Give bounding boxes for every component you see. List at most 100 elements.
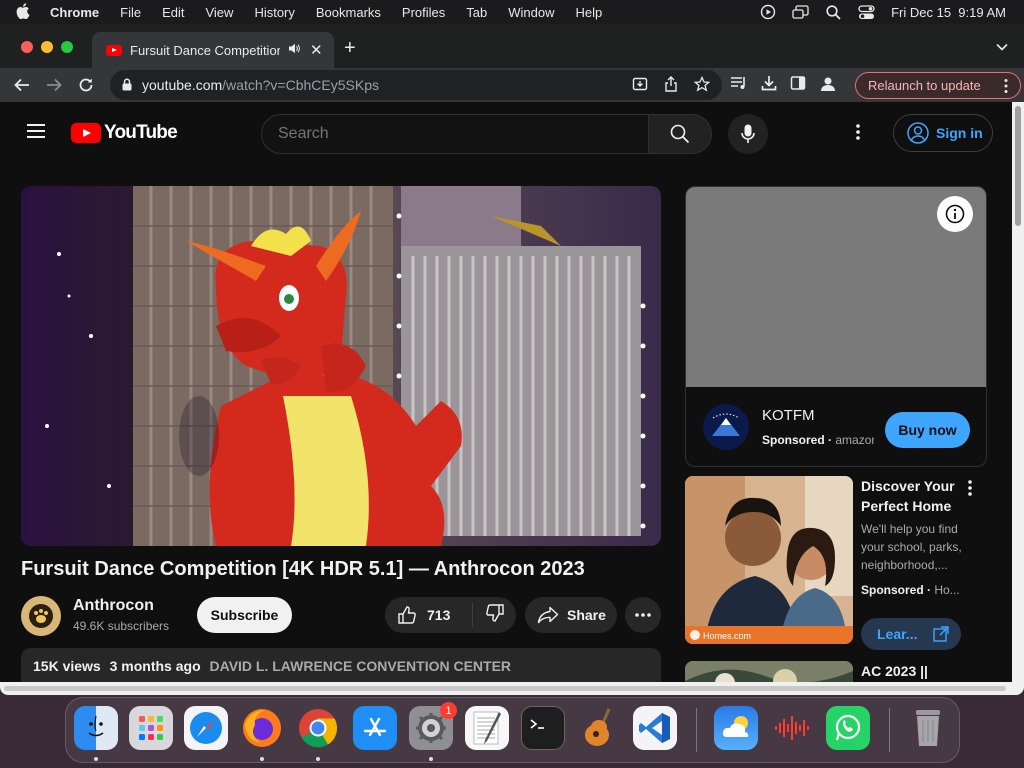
- tab-close-icon[interactable]: ✕: [310, 41, 323, 59]
- lock-icon[interactable]: [122, 78, 132, 96]
- ad-info-button[interactable]: [937, 196, 973, 232]
- new-tab-plus-icon[interactable]: +: [344, 37, 356, 60]
- dock-terminal-icon[interactable]: [521, 706, 565, 750]
- horizontal-scrollbar[interactable]: [0, 682, 1012, 695]
- apple-menu-icon[interactable]: [16, 2, 38, 22]
- tab-youtube[interactable]: Fursuit Dance Competition [4K HDR 5.1] —…: [92, 32, 334, 68]
- share-button[interactable]: Share: [525, 597, 617, 633]
- dock-trash-icon[interactable]: [906, 706, 950, 750]
- menu-tab[interactable]: Tab: [466, 5, 487, 20]
- spotlight-search-icon[interactable]: [825, 4, 842, 21]
- relaunch-to-update-button[interactable]: Relaunch to update: [855, 72, 1021, 99]
- close-window-button[interactable]: [21, 41, 33, 53]
- dock-garageband-icon[interactable]: [577, 706, 621, 750]
- youtube-play-icon: [71, 123, 101, 143]
- window-controls: [21, 41, 73, 53]
- subscribe-button[interactable]: Subscribe: [197, 597, 292, 633]
- menu-view[interactable]: View: [205, 5, 233, 20]
- forward-arrow-icon[interactable]: [44, 75, 64, 95]
- menu-app-name[interactable]: Chrome: [50, 5, 99, 20]
- dock-chrome-icon[interactable]: [296, 706, 340, 750]
- advertiser-logo[interactable]: [703, 404, 749, 450]
- voice-search-button[interactable]: [728, 114, 768, 154]
- menu-bookmarks[interactable]: Bookmarks: [316, 5, 381, 20]
- chrome-menu-kebab-icon[interactable]: [1004, 78, 1008, 97]
- reload-icon[interactable]: [76, 75, 96, 95]
- media-controls-icon[interactable]: [730, 75, 748, 98]
- url-text: youtube.com/watch?v=CbhCEy5SKps: [142, 77, 379, 93]
- dock-system-settings-icon[interactable]: 1: [409, 702, 457, 750]
- video-player[interactable]: [21, 186, 661, 546]
- menubar-clock[interactable]: Fri Dec 15 9:19 AM: [891, 5, 1006, 20]
- menu-window[interactable]: Window: [508, 5, 554, 20]
- ad-title[interactable]: KOTFM: [762, 407, 815, 424]
- vertical-scrollbar[interactable]: [1012, 102, 1024, 695]
- buy-now-button[interactable]: Buy now: [885, 412, 970, 448]
- next-video-title[interactable]: AC 2023 ||: [861, 663, 928, 679]
- dock-weather-icon[interactable]: [714, 706, 758, 750]
- bookmark-star-icon[interactable]: [693, 75, 711, 97]
- zoom-window-button[interactable]: [61, 41, 73, 53]
- dislike-button[interactable]: [485, 603, 505, 628]
- menu-help[interactable]: Help: [576, 5, 603, 20]
- channel-name[interactable]: Anthrocon: [73, 597, 154, 615]
- account-circle-icon: [907, 122, 929, 144]
- tab-audio-icon[interactable]: [288, 43, 300, 57]
- learn-more-button[interactable]: Lear...: [861, 618, 961, 650]
- thumbs-up-icon: [398, 606, 416, 624]
- menu-profiles[interactable]: Profiles: [402, 5, 445, 20]
- search-button[interactable]: [648, 114, 712, 154]
- dock-launchpad-icon[interactable]: [129, 706, 173, 750]
- rec-ad-title[interactable]: Discover Your Perfect Home: [861, 476, 971, 516]
- guide-menu-icon[interactable]: [27, 124, 45, 138]
- mountain-logo-icon: [712, 413, 740, 436]
- dock-vscode-icon[interactable]: [633, 706, 677, 750]
- companion-ad-card[interactable]: KOTFM Sponsored · amazon Buy now: [685, 186, 987, 467]
- search-input[interactable]: [278, 125, 628, 143]
- back-arrow-icon[interactable]: [12, 75, 32, 95]
- dock-running-indicator: [316, 757, 320, 761]
- dock-safari-icon[interactable]: [184, 706, 228, 750]
- control-center-icon[interactable]: [858, 4, 875, 21]
- search-box[interactable]: [261, 114, 649, 154]
- menu-file[interactable]: File: [120, 5, 141, 20]
- settings-kebab-icon[interactable]: [856, 124, 860, 145]
- dock-finder-icon[interactable]: [74, 706, 118, 750]
- video-frame-image: [21, 186, 661, 546]
- now-playing-icon[interactable]: [759, 4, 776, 21]
- install-app-icon[interactable]: [632, 76, 648, 97]
- like-count: 713: [427, 607, 451, 623]
- location-tag[interactable]: DAVID L. LAWRENCE CONVENTION CENTER: [210, 658, 512, 674]
- share-page-icon[interactable]: [664, 76, 678, 97]
- dock-voice-memos-icon[interactable]: [770, 706, 814, 750]
- menu-history[interactable]: History: [254, 5, 294, 20]
- youtube-page: YouTube Sign in: [0, 102, 1012, 695]
- channel-avatar[interactable]: [21, 596, 61, 636]
- more-actions-button[interactable]: [625, 597, 661, 633]
- menu-edit[interactable]: Edit: [162, 5, 184, 20]
- screen-mirroring-icon[interactable]: [792, 4, 809, 21]
- youtube-logo[interactable]: YouTube: [71, 122, 178, 144]
- address-bar[interactable]: youtube.com/watch?v=CbhCEy5SKps: [110, 70, 722, 100]
- tab-search-chevron-icon[interactable]: [996, 38, 1008, 56]
- rec-ad-menu-icon[interactable]: [968, 480, 972, 501]
- rec-ad-domain: Ho...: [934, 583, 960, 597]
- sign-in-button[interactable]: Sign in: [893, 114, 993, 152]
- dock-running-indicator: [429, 757, 433, 761]
- tab-strip: Fursuit Dance Competition [4K HDR 5.1] —…: [0, 24, 1024, 68]
- dock-firefox-icon[interactable]: [240, 706, 284, 750]
- more-horizontal-icon: [635, 613, 651, 617]
- profile-icon[interactable]: [819, 75, 837, 98]
- ad-media[interactable]: [686, 187, 986, 387]
- dock-whatsapp-icon[interactable]: [826, 706, 870, 750]
- vertical-scrollbar-thumb[interactable]: [1015, 106, 1021, 226]
- dock-textedit-icon[interactable]: [465, 706, 509, 750]
- rec-ad-thumbnail[interactable]: Homes.com: [685, 476, 853, 644]
- subscriber-count: 49.6K subscribers: [73, 619, 170, 633]
- minimize-window-button[interactable]: [41, 41, 53, 53]
- side-panel-icon[interactable]: [790, 75, 806, 98]
- like-button[interactable]: 713: [385, 603, 473, 627]
- downloads-icon[interactable]: [761, 75, 777, 98]
- dock-app-store-icon[interactable]: [353, 706, 397, 750]
- horizontal-scrollbar-thumb[interactable]: [4, 686, 1006, 691]
